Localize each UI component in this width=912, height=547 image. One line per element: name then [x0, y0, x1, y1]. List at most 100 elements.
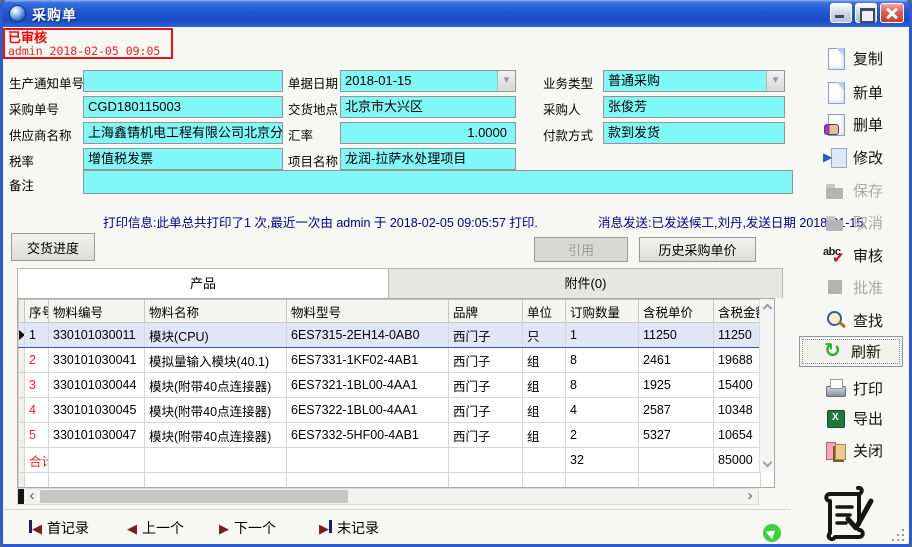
column-header[interactable]: 含税单价 — [639, 300, 714, 323]
first-record-button[interactable]: ◀首记录 — [29, 518, 89, 538]
table-cell: 模块(附带40点连接器) — [145, 373, 287, 398]
window-title: 采购单 — [32, 5, 77, 25]
search-icon — [823, 309, 848, 332]
close-icon — [823, 439, 848, 462]
column-header[interactable]: 序号 — [25, 300, 49, 323]
table-cell: 10654 — [714, 423, 761, 448]
tab-product[interactable]: 产品 — [18, 269, 389, 298]
tax-rate-field[interactable]: 增值税发票 — [83, 148, 283, 170]
last-record-button[interactable]: ▶末记录 — [319, 518, 379, 538]
audit-button[interactable]: 审核 — [805, 241, 901, 269]
table-cell: 15400 — [714, 373, 761, 398]
business-type-dropdown[interactable]: 普通采购 — [603, 70, 785, 92]
purchaser-field[interactable]: 张俊芳 — [603, 96, 785, 118]
window-controls — [830, 3, 904, 23]
table-row[interactable]: 4330101030045模块(附带40点连接器)6ES7322-1BL00-4… — [19, 398, 761, 423]
exchange-rate-field[interactable]: 1.0000 — [340, 122, 516, 144]
table-cell: 5327 — [639, 423, 714, 448]
column-header[interactable]: 物料型号 — [287, 300, 449, 323]
scroll-right-icon[interactable]: › — [742, 489, 758, 504]
table-cell: 1 — [25, 323, 49, 348]
sidebar-button-label: 批准 — [853, 277, 883, 298]
field-value: 1.0000 — [467, 125, 507, 140]
modify-button[interactable]: 修改 — [805, 143, 901, 171]
delivery-progress-button[interactable]: 交货进度 — [11, 233, 95, 261]
column-header[interactable]: 物料名称 — [145, 300, 287, 323]
tab-attachment[interactable]: 附件(0) — [389, 269, 782, 298]
close-button[interactable]: 关闭 — [805, 436, 901, 464]
field-label: 采购单号 — [9, 99, 59, 118]
horizontal-scrollbar[interactable]: ‹ › — [17, 488, 759, 505]
sidebar-button-label: 导出 — [853, 408, 883, 429]
delivery-place-field[interactable]: 北京市大兴区 — [340, 96, 516, 118]
vertical-scrollbar[interactable] — [759, 299, 774, 472]
export-button[interactable]: 导出 — [805, 404, 901, 432]
field-value: 上海鑫锖机电工程有限公司北京分公司 — [88, 125, 283, 140]
field-value: 北京市大兴区 — [345, 99, 423, 114]
titlebar[interactable]: 采购单 — [0, 0, 912, 27]
total-row: 合计3285000 — [19, 448, 761, 473]
table-cell: 4 — [25, 398, 49, 423]
maximize-button[interactable] — [855, 3, 877, 23]
production-notice-field[interactable] — [83, 70, 283, 92]
nav-label: 上一个 — [142, 518, 184, 538]
column-header[interactable]: 物料编号 — [49, 300, 145, 323]
hscroll-thumb[interactable] — [40, 490, 348, 503]
prev-record-button[interactable]: ◀上一个 — [127, 518, 184, 538]
table-cell: 330101030044 — [49, 373, 145, 398]
table-cell: 330101030041 — [49, 348, 145, 373]
table-row[interactable]: 2330101030041模拟量输入模块(40.1)6ES7331-1KF02-… — [19, 348, 761, 373]
table-row[interactable]: 3330101030044模块(附带40点连接器)6ES7321-1BL00-4… — [19, 373, 761, 398]
close-window-button[interactable] — [880, 3, 904, 23]
search-button[interactable]: 查找 — [805, 306, 901, 334]
payment-method-field[interactable]: 款到发货 — [603, 122, 785, 144]
scroll-down-icon[interactable] — [763, 458, 773, 468]
table-cell: 2 — [566, 423, 639, 448]
new-button[interactable]: 新单 — [805, 78, 901, 106]
scroll-left-icon[interactable]: ‹ — [24, 489, 40, 504]
column-header[interactable]: 含税金额 — [714, 300, 761, 323]
minimize-button[interactable] — [830, 3, 852, 23]
app-logo-icon — [815, 483, 877, 543]
total-amount: 85000 — [714, 448, 761, 473]
copy-button[interactable]: 复制 — [805, 44, 901, 72]
table-row[interactable]: 1330101030011模块(CPU)6ES7315-2EH14-0AB0西门… — [19, 323, 761, 348]
sidebar-button-label: 查找 — [853, 310, 883, 331]
table-cell: 1925 — [639, 373, 714, 398]
approve-icon — [823, 276, 848, 299]
next-record-icon: ▶ — [219, 520, 229, 537]
table-cell: 6ES7322-1BL00-4AA1 — [287, 398, 449, 423]
field-label: 交货地点 — [288, 99, 338, 118]
first-record-icon: ◀ — [29, 520, 42, 537]
table-cell: 330101030011 — [49, 323, 145, 348]
column-header[interactable]: 订购数量 — [566, 300, 639, 323]
table-cell: 组 — [523, 398, 566, 423]
history-purchase-price-button[interactable]: 历史采购单价 — [639, 237, 756, 262]
sync-status-icon — [763, 524, 781, 542]
supplier-name-field[interactable]: 上海鑫锖机电工程有限公司北京分公司 — [83, 122, 283, 144]
print-icon — [823, 377, 848, 400]
table-row[interactable]: 5330101030047模块(附带40点连接器)6ES7332-5HF00-4… — [19, 423, 761, 448]
sidebar-button-label: 保存 — [853, 180, 883, 201]
table-cell: 西门子 — [449, 373, 523, 398]
purchase-order-no-field[interactable]: CGD180115003 — [83, 96, 283, 118]
delete-button[interactable]: 删单 — [805, 110, 901, 138]
column-header[interactable]: 单位 — [523, 300, 566, 323]
table-cell: 西门子 — [449, 348, 523, 373]
document-date-dropdown[interactable]: 2018-01-15 — [340, 70, 516, 92]
resize-grip[interactable] — [891, 528, 904, 541]
detail-tabbar: 产品 附件(0) — [17, 268, 783, 298]
refresh-button[interactable]: 刷新 — [799, 336, 903, 367]
scroll-up-icon[interactable] — [763, 304, 773, 314]
column-header[interactable]: 品牌 — [449, 300, 523, 323]
table-cell: 只 — [523, 323, 566, 348]
field-label: 供应商名称 — [9, 125, 72, 144]
table-cell: 3 — [25, 373, 49, 398]
print-button[interactable]: 打印 — [805, 374, 901, 402]
next-record-button[interactable]: ▶下一个 — [219, 518, 276, 538]
table-cell: 模块(附带40点连接器) — [145, 423, 287, 448]
new-icon — [823, 81, 848, 104]
remark-field[interactable] — [83, 170, 793, 194]
field-value: 款到发货 — [608, 125, 660, 140]
project-name-field[interactable]: 龙润-拉萨水处理项目 — [340, 148, 516, 170]
